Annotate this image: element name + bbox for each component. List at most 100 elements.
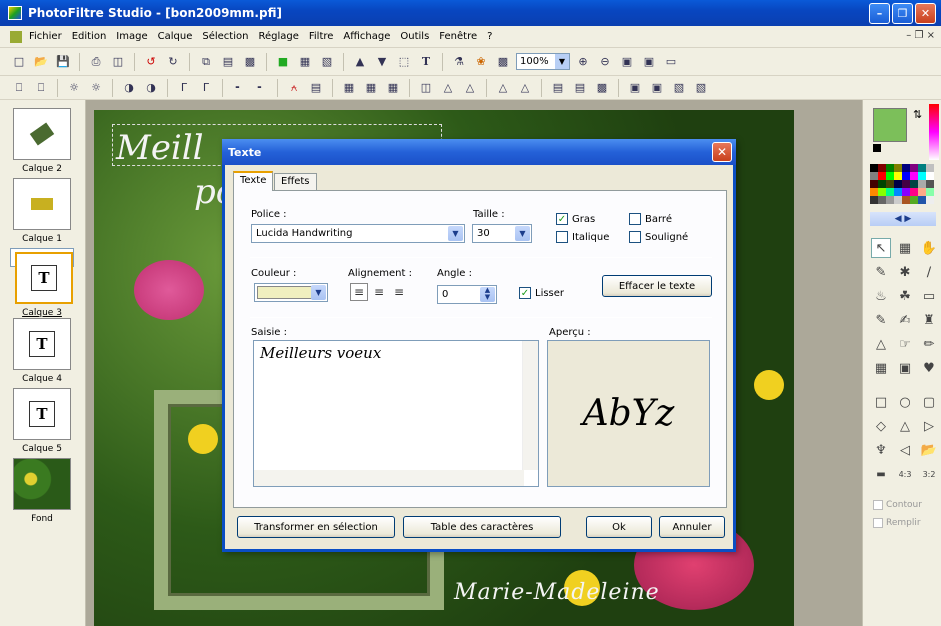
canvas-size-icon[interactable]: ▤: [572, 80, 588, 96]
color-swatch[interactable]: [918, 164, 926, 172]
color-swatch[interactable]: [870, 172, 878, 180]
color-swatch[interactable]: [918, 172, 926, 180]
grid-icon[interactable]: ▦: [297, 54, 313, 70]
save-icon[interactable]: 💾: [55, 54, 71, 70]
deform-icon[interactable]: ♥: [919, 358, 939, 378]
menu-selection[interactable]: Sélection: [202, 31, 248, 42]
color-select[interactable]: ▼: [254, 283, 328, 302]
color-swatch[interactable]: [878, 164, 886, 172]
color-swatch[interactable]: [894, 196, 902, 204]
pattern-icon[interactable]: ▦: [871, 358, 891, 378]
font-select[interactable]: Lucida Handwriting ▼: [251, 224, 465, 243]
color-swatch[interactable]: [902, 164, 910, 172]
hand-tool-icon[interactable]: ✋: [919, 238, 939, 258]
text-input-area[interactable]: Meilleurs voeux: [253, 340, 539, 487]
spin-icon[interactable]: ▲ ▼: [480, 287, 495, 302]
sharpen-tool-icon[interactable]: ✏: [919, 334, 939, 354]
contrast-down-icon[interactable]: ◑: [121, 80, 137, 96]
color-swatch[interactable]: [926, 196, 934, 204]
color-swatch[interactable]: [926, 164, 934, 172]
magic-wand-icon[interactable]: ✱: [895, 262, 915, 282]
pointer-tool-icon[interactable]: ↖: [871, 238, 891, 258]
fill-tool-icon[interactable]: ♨: [871, 286, 891, 306]
ratio-4-3-icon[interactable]: 4:3: [895, 464, 915, 484]
size-select[interactable]: 30 ▼: [472, 224, 532, 243]
layer-item[interactable]: Fond: [10, 458, 74, 524]
color-swatch[interactable]: [902, 180, 910, 188]
close-button[interactable]: ✕: [915, 3, 936, 24]
resize-image-icon[interactable]: ▤: [550, 80, 566, 96]
color-swatch[interactable]: [910, 196, 918, 204]
color-swatch[interactable]: [878, 180, 886, 188]
text-tool-icon[interactable]: T: [418, 54, 434, 70]
triangle-icon[interactable]: △: [895, 416, 915, 436]
selection-icon[interactable]: ⬚: [396, 54, 412, 70]
smooth-checkbox[interactable]: ✓ Lisser: [519, 287, 564, 299]
layer-item[interactable]: Calque 2: [10, 108, 74, 174]
open-folder-icon[interactable]: 📂: [33, 54, 49, 70]
underline-checkbox[interactable]: Souligné: [629, 231, 688, 243]
menu-affichage[interactable]: Affichage: [343, 31, 390, 42]
rectangle-icon[interactable]: □: [871, 392, 891, 412]
color-swatch[interactable]: [870, 188, 878, 196]
strike-checkbox[interactable]: Barré: [629, 213, 672, 225]
color-swatch[interactable]: [894, 180, 902, 188]
align-center-icon[interactable]: ≡: [370, 283, 388, 301]
italic-checkbox[interactable]: Italique: [556, 231, 609, 243]
new-file-icon[interactable]: □: [11, 54, 27, 70]
color-icon[interactable]: ■: [275, 54, 291, 70]
contrast-up-icon[interactable]: ◑: [143, 80, 159, 96]
character-map-button[interactable]: Table des caractères: [403, 516, 561, 538]
advanced-brush-icon[interactable]: ✍: [895, 310, 915, 330]
color-swatch[interactable]: [894, 172, 902, 180]
layer-item[interactable]: T Calque 4: [10, 318, 74, 384]
stamp-icon[interactable]: ♜: [919, 310, 939, 330]
tab-effets[interactable]: Effets: [274, 173, 317, 191]
zoom-select[interactable]: 100% ▼: [516, 53, 570, 70]
ok-button[interactable]: Ok: [586, 516, 652, 538]
minimize-button[interactable]: –: [869, 3, 890, 24]
color-swatch[interactable]: [918, 188, 926, 196]
color-swatch[interactable]: [886, 180, 894, 188]
color-swatch[interactable]: [886, 188, 894, 196]
color-swatch[interactable]: [910, 172, 918, 180]
paste-new-icon[interactable]: ▩: [242, 54, 258, 70]
ratio-3-2-icon[interactable]: 3:2: [919, 464, 939, 484]
color-swatch[interactable]: [870, 180, 878, 188]
angle-spinner[interactable]: 0 ▲ ▼: [437, 285, 497, 304]
saturation-up-icon[interactable]: Γ: [198, 80, 214, 96]
layer-item-selected[interactable]: T Calque 3: [10, 248, 74, 318]
color-swatch[interactable]: [886, 164, 894, 172]
outline-checkbox[interactable]: Contour: [873, 500, 922, 510]
grayscale-icon[interactable]: ▦: [341, 80, 357, 96]
load-shape-icon[interactable]: 📂: [919, 440, 939, 460]
align-left-icon[interactable]: ≡: [350, 283, 368, 301]
transform-icon[interactable]: ▩: [594, 80, 610, 96]
sepia-icon[interactable]: ▦: [363, 80, 379, 96]
menu-reglage[interactable]: Réglage: [258, 31, 298, 42]
gamma-up-icon[interactable]: ╸: [253, 80, 269, 96]
lasso-icon[interactable]: ♆: [871, 440, 891, 460]
transparency-icon[interactable]: ▧: [319, 54, 335, 70]
foreground-color[interactable]: [873, 108, 907, 142]
menu-edition[interactable]: Edition: [72, 31, 107, 42]
color-swatch[interactable]: [886, 196, 894, 204]
blur-icon[interactable]: ◫: [418, 80, 434, 96]
menu-fenetre[interactable]: Fenêtre: [439, 31, 477, 42]
vertical-scrollbar[interactable]: [522, 341, 538, 470]
soften-icon[interactable]: △: [440, 80, 456, 96]
tree-icon[interactable]: ⚗: [451, 54, 467, 70]
menu-fichier[interactable]: Fichier: [29, 31, 62, 42]
window-icon[interactable]: ▩: [495, 54, 511, 70]
sharpen-icon[interactable]: △: [462, 80, 478, 96]
layer-down-icon[interactable]: ▼: [374, 54, 390, 70]
maximize-button[interactable]: ❐: [892, 3, 913, 24]
color-swatch[interactable]: [926, 188, 934, 196]
color-swatch[interactable]: [870, 164, 878, 172]
auto-contrast-icon[interactable]: ⎕: [33, 80, 49, 96]
eyedropper-icon[interactable]: ✎: [871, 262, 891, 282]
copy-icon[interactable]: ⧉: [198, 54, 214, 70]
diamond-icon[interactable]: ◇: [871, 416, 891, 436]
dialog-close-button[interactable]: ✕: [712, 142, 732, 162]
color-swatch[interactable]: [878, 188, 886, 196]
